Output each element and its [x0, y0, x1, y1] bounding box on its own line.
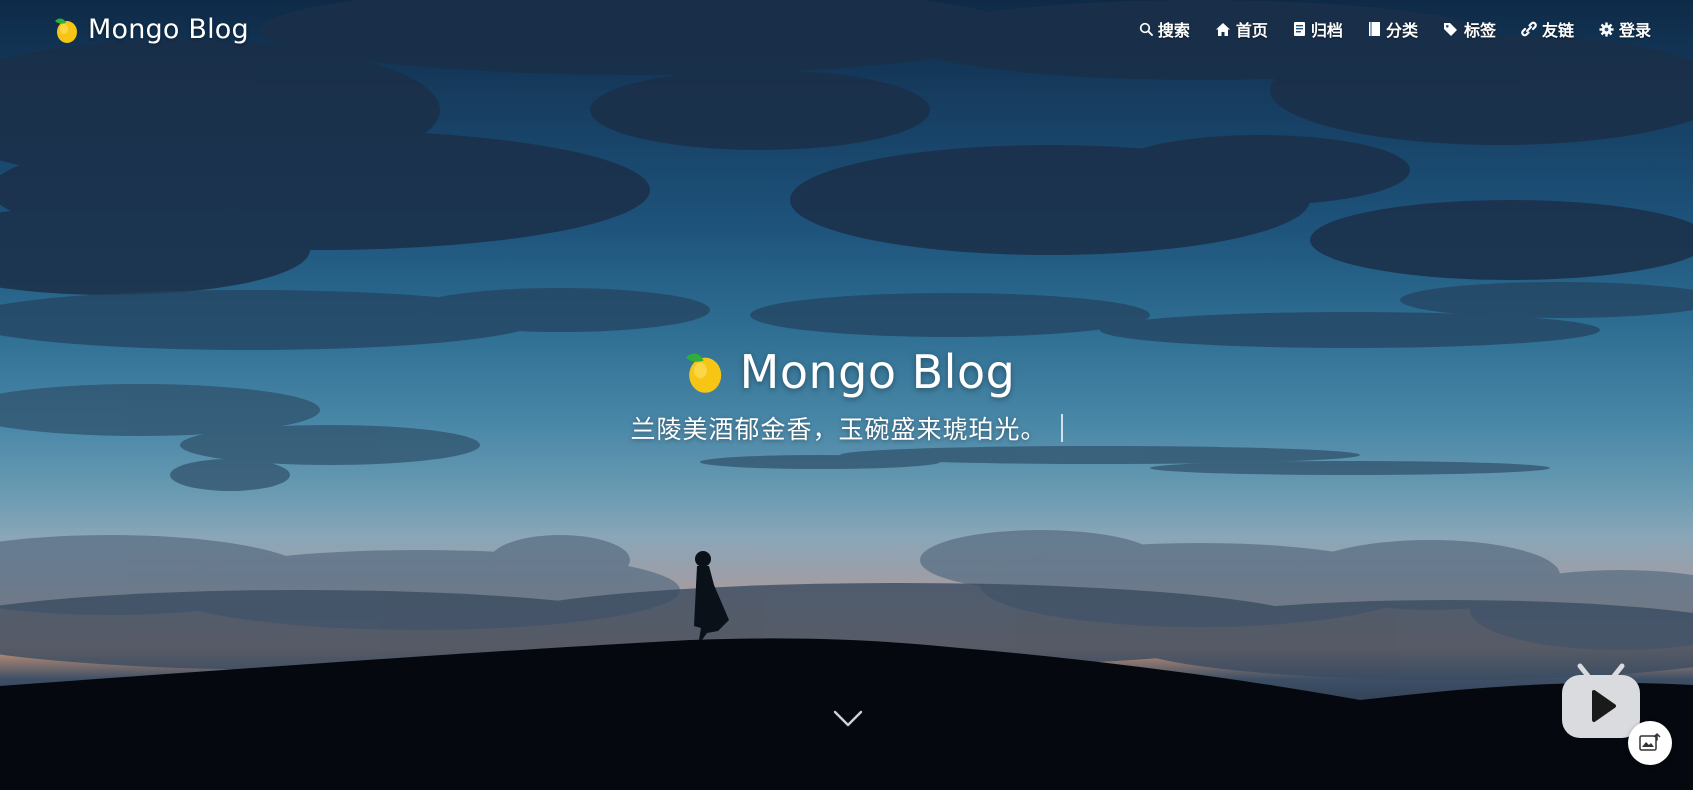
hero-subtitle-text: 兰陵美酒郁金香，玉碗盛来琥珀光。 [630, 415, 1047, 444]
nav-item-label: 登录 [1618, 21, 1651, 40]
link-icon [1521, 21, 1537, 37]
hero-title: Mongo Blog [0, 345, 1693, 399]
nav-item-tags[interactable]: 标签 [1443, 17, 1496, 41]
nav-item-label: 标签 [1463, 21, 1496, 40]
search-icon [1139, 22, 1153, 36]
main-nav: 搜索 首页 归档 分类 标签 友链 登录 [1139, 17, 1651, 41]
typing-cursor [1060, 414, 1063, 442]
brand-title: Mongo Blog [88, 14, 249, 45]
gear-icon [1599, 21, 1614, 37]
chevron-down-icon [833, 710, 863, 727]
nav-item-archive[interactable]: 归档 [1293, 17, 1343, 41]
brand-link[interactable]: Mongo Blog [50, 14, 249, 45]
nav-item-login[interactable]: 登录 [1599, 17, 1651, 41]
nav-item-label: 分类 [1385, 21, 1418, 40]
nav-item-label: 搜索 [1157, 21, 1190, 40]
nav-item-search[interactable]: 搜索 [1139, 17, 1190, 41]
nav-item-home[interactable]: 首页 [1215, 17, 1268, 41]
nav-item-category[interactable]: 分类 [1368, 17, 1418, 41]
top-navbar: Mongo Blog 搜索 首页 归档 分类 标签 友链 登录 [0, 0, 1693, 62]
scroll-down-button[interactable] [832, 705, 864, 733]
archive-icon [1293, 22, 1305, 36]
mango-icon [55, 18, 77, 43]
tags-icon [1443, 23, 1457, 36]
image-upload-icon [1639, 733, 1661, 751]
image-upload-button[interactable] [1628, 721, 1672, 765]
hero-subtitle: 兰陵美酒郁金香，玉碗盛来琥珀光。 [0, 410, 1693, 446]
book-icon [1368, 22, 1380, 36]
nav-item-label: 首页 [1235, 21, 1268, 40]
hero-title-text: Mongo Blog [739, 345, 1016, 399]
mango-icon [685, 353, 721, 393]
nav-item-label: 友链 [1541, 21, 1574, 40]
nav-item-links[interactable]: 友链 [1521, 17, 1574, 41]
hero-banner: Mongo Blog 搜索 首页 归档 分类 标签 友链 登录 Mongo Bl… [0, 0, 1693, 790]
home-icon [1215, 22, 1230, 36]
nav-item-label: 归档 [1310, 21, 1343, 40]
